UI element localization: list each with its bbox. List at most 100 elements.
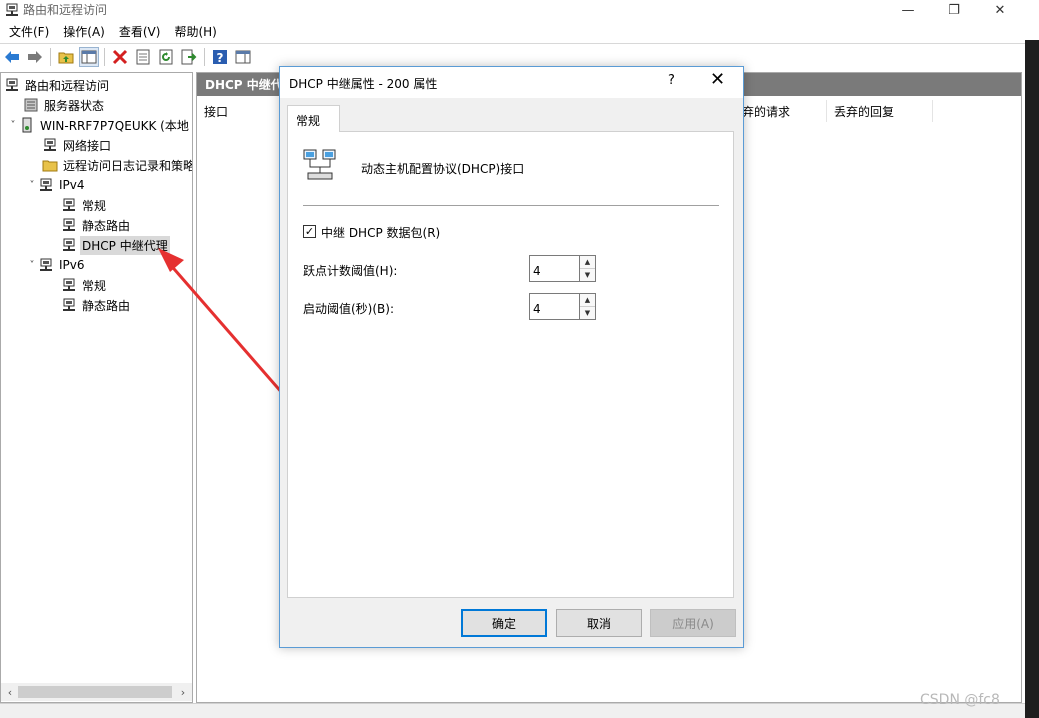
cancel-button[interactable]: 取消 xyxy=(556,609,642,637)
action-pane-button[interactable] xyxy=(233,47,253,67)
status-bar xyxy=(0,703,1025,718)
svg-text:?: ? xyxy=(217,51,224,65)
help-button[interactable]: ? xyxy=(210,47,230,67)
tree-label: 常规 xyxy=(82,278,107,293)
apply-button[interactable]: 应用(A) xyxy=(650,609,736,637)
export-list-button[interactable] xyxy=(179,47,199,67)
tree-label: 网络接口 xyxy=(63,138,112,153)
minimize-button[interactable]: — xyxy=(885,0,931,20)
collapse-chevron-icon[interactable]: ˅ xyxy=(26,180,38,191)
column-header-interface[interactable]: 接口 xyxy=(197,100,287,122)
tree-label: IPv4 xyxy=(59,178,85,192)
tree-item-ipv6-static-routes[interactable]: 静态路由 xyxy=(61,295,132,315)
toolbar-separator xyxy=(104,48,105,66)
dhcp-relay-icon xyxy=(63,238,75,251)
static-routes-icon xyxy=(63,298,75,311)
scroll-right-icon[interactable]: › xyxy=(176,684,190,700)
help-icon: ? xyxy=(213,50,227,65)
server-icon xyxy=(22,117,32,133)
refresh-button[interactable] xyxy=(156,47,176,67)
maximize-button[interactable]: ❐ xyxy=(931,0,977,20)
tree-label: 远程访问日志记录和策略 xyxy=(63,158,193,173)
dialog-close-button[interactable]: ✕ xyxy=(710,71,725,89)
tree-label: 静态路由 xyxy=(82,298,131,313)
spin-down-icon[interactable]: ▼ xyxy=(580,269,595,281)
properties-icon xyxy=(136,49,150,65)
menu-bar: 文件(F) 操作(A) 查看(V) 帮助(H) xyxy=(0,20,1025,42)
ipv4-icon xyxy=(40,178,52,191)
menu-action[interactable]: 操作(A) xyxy=(56,21,112,42)
spin-down-icon[interactable]: ▼ xyxy=(580,307,595,319)
folder-icon xyxy=(42,160,58,172)
tab-general[interactable]: 常规 xyxy=(287,105,340,132)
tree-label: WIN-RRF7P7QEUKK (本地 xyxy=(40,118,189,133)
dialog-title: DHCP 中继属性 - 200 属性 xyxy=(289,77,438,91)
general-icon xyxy=(63,278,75,291)
hop-count-label: 跃点计数阈值(H): xyxy=(303,264,398,278)
relay-dhcp-checkbox[interactable]: ✓ xyxy=(303,225,316,238)
boot-threshold-spin-buttons: ▲ ▼ xyxy=(579,293,596,320)
ok-button[interactable]: 确定 xyxy=(461,609,547,637)
toolbar-separator xyxy=(204,48,205,66)
tree-label: 常规 xyxy=(82,198,107,213)
tab-page-general xyxy=(287,131,734,598)
hop-count-spin-buttons: ▲ ▼ xyxy=(579,255,596,282)
console-tree-icon xyxy=(81,50,97,64)
menu-file[interactable]: 文件(F) xyxy=(2,21,56,42)
forward-arrow-icon xyxy=(28,51,42,63)
column-header-discarded-replies[interactable]: 丢弃的回复 xyxy=(827,100,933,122)
tree-item-server[interactable]: ˅ WIN-RRF7P7QEUKK (本地 xyxy=(7,115,191,135)
spin-up-icon[interactable]: ▲ xyxy=(580,294,595,307)
tree-label: IPv6 xyxy=(59,258,85,272)
collapse-chevron-icon[interactable]: ˅ xyxy=(7,120,19,131)
details-title: DHCP 中继代 xyxy=(205,78,283,92)
delete-x-icon xyxy=(112,49,128,65)
dialog-help-button[interactable]: ? xyxy=(668,73,675,88)
watermark: CSDN @fc8 xyxy=(920,692,1000,708)
tree-label: 静态路由 xyxy=(82,218,131,233)
boot-threshold-input[interactable] xyxy=(529,293,579,320)
export-icon xyxy=(181,49,197,65)
tree-item-server-status[interactable]: 服务器状态 xyxy=(23,95,106,115)
title-bar xyxy=(0,0,1039,20)
tree-item-ipv4-static-routes[interactable]: 静态路由 xyxy=(61,215,132,235)
delete-button[interactable] xyxy=(110,47,130,67)
boot-threshold-label: 启动阈值(秒)(B): xyxy=(303,302,395,316)
scrollbar-thumb[interactable] xyxy=(18,686,172,698)
properties-button[interactable] xyxy=(133,47,153,67)
network-interface-icon xyxy=(44,138,56,151)
back-button[interactable] xyxy=(2,47,22,67)
static-routes-icon xyxy=(63,218,75,231)
column-header-discarded-requests[interactable]: 弃的请求 xyxy=(735,100,827,122)
routing-server-icon xyxy=(6,78,18,91)
boot-threshold-spinner: ▲ ▼ xyxy=(529,293,596,320)
scroll-left-icon[interactable]: ‹ xyxy=(3,684,17,700)
network-interface-icon xyxy=(303,149,336,180)
refresh-icon xyxy=(159,49,173,65)
red-arrow-annotation xyxy=(158,248,292,403)
server-status-icon xyxy=(24,98,38,112)
tree-item-ipv6-general[interactable]: 常规 xyxy=(61,275,108,295)
tree-item-remote-access-logging[interactable]: 远程访问日志记录和策略 xyxy=(42,155,193,175)
desktop-edge xyxy=(1025,40,1039,718)
tree-label: 路由和远程访问 xyxy=(25,78,110,93)
interface-description: 动态主机配置协议(DHCP)接口 xyxy=(361,162,525,176)
tree-item-routing-root[interactable]: 路由和远程访问 xyxy=(4,75,111,95)
collapse-chevron-icon[interactable]: ˅ xyxy=(26,260,38,271)
action-pane-icon xyxy=(235,50,251,64)
tree-item-ipv4[interactable]: ˅ IPv4 xyxy=(26,175,87,195)
hop-count-input[interactable] xyxy=(529,255,579,282)
forward-button[interactable] xyxy=(25,47,45,67)
close-window-button[interactable]: ✕ xyxy=(977,0,1023,20)
tree-item-network-interfaces[interactable]: 网络接口 xyxy=(42,135,113,155)
spin-up-icon[interactable]: ▲ xyxy=(580,256,595,269)
menu-view[interactable]: 查看(V) xyxy=(112,21,168,42)
tree-item-ipv6[interactable]: ˅ IPv6 xyxy=(26,255,87,275)
up-folder-button[interactable] xyxy=(56,47,76,67)
divider xyxy=(303,205,719,206)
show-hide-tree-button[interactable] xyxy=(79,47,99,67)
tree-item-ipv4-general[interactable]: 常规 xyxy=(61,195,108,215)
ipv6-icon xyxy=(40,258,52,271)
tree-label: 服务器状态 xyxy=(44,98,105,113)
menu-help[interactable]: 帮助(H) xyxy=(167,21,223,42)
